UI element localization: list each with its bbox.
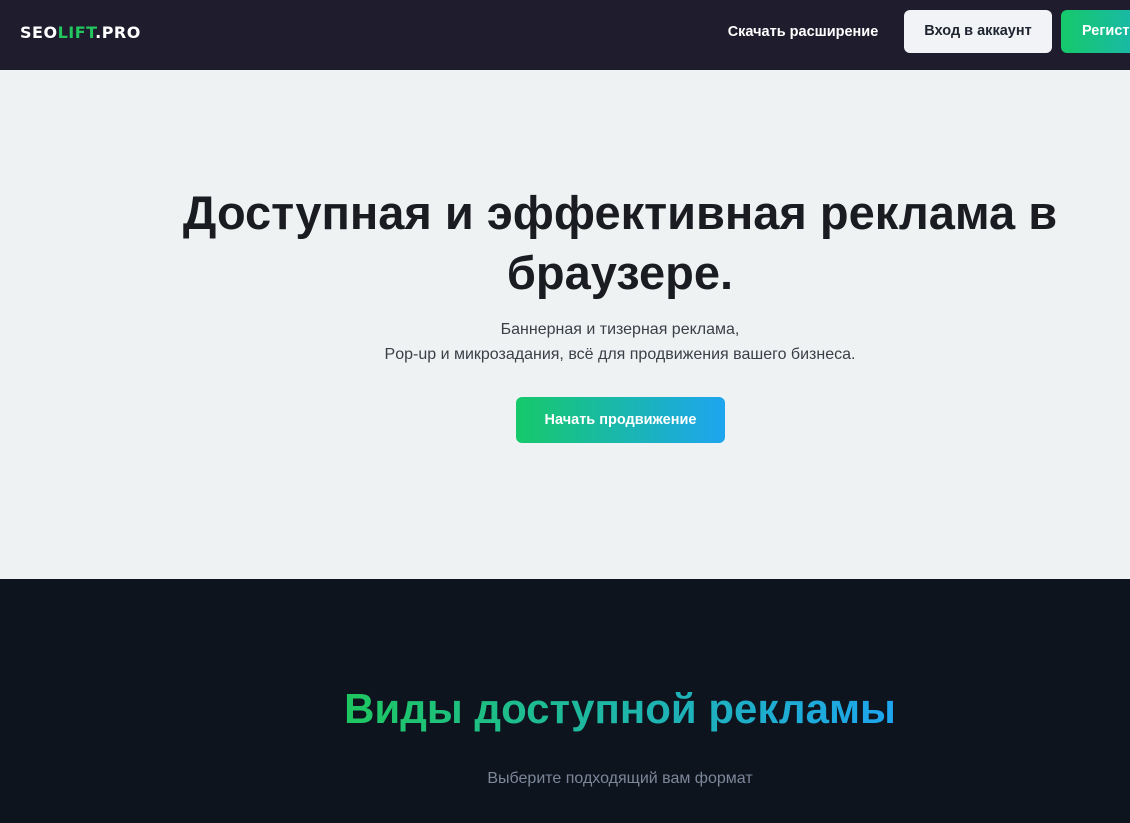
hero-title: Доступная и эффективная реклама в браузе… — [182, 186, 1058, 299]
ad-types-section: Виды доступной рекламы Выберите подходящ… — [0, 579, 1130, 823]
ad-types-subtitle: Выберите подходящий вам формат — [487, 770, 753, 787]
logo-part-pro: .PRO — [95, 23, 141, 42]
ad-types-title: Виды доступной рекламы — [120, 683, 1120, 735]
login-button[interactable]: Вход в аккаунт — [904, 10, 1052, 53]
site-header: SEOLIFT.PRO Скачать расширение Вход в ак… — [0, 0, 1130, 70]
hero-subtitle-line-1: Баннерная и тизерная реклама, — [500, 321, 740, 338]
register-button[interactable]: Регист — [1061, 10, 1130, 53]
hero-section: Доступная и эффективная реклама в браузе… — [0, 70, 1130, 579]
logo-part-seo: SEO — [20, 23, 58, 42]
logo-part-lift: LIFT — [57, 23, 96, 42]
hero-subtitle-line-2: Pop-up и микрозадания, всё для продвижен… — [384, 346, 856, 363]
logo[interactable]: SEOLIFT.PRO — [20, 23, 141, 43]
hero-subtitle: Баннерная и тизерная реклама, Pop-up и м… — [120, 317, 1120, 367]
ad-types-title-text: Виды доступной рекламы — [344, 685, 896, 732]
start-promotion-button[interactable]: Начать продвижение — [516, 397, 725, 443]
download-extension-link[interactable]: Скачать расширение — [720, 22, 886, 42]
